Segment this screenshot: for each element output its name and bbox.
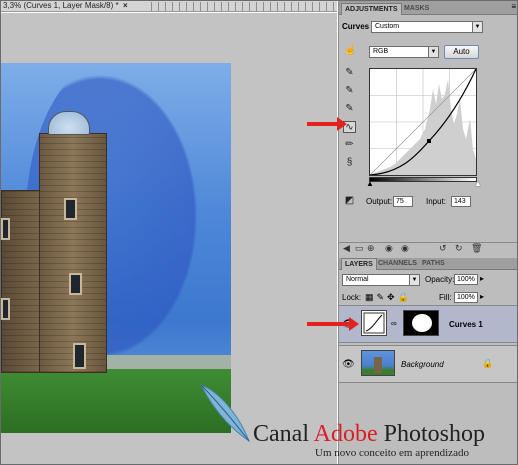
channel-select[interactable]: RGB ▼ bbox=[369, 46, 439, 58]
right-panel: ADJUSTMENTS MASKS ≡ Curves Custom ▼ ☝ RG… bbox=[338, 1, 517, 464]
curves-thumb-icon bbox=[363, 312, 385, 334]
horizontal-ruler bbox=[151, 2, 337, 11]
clip-icon[interactable]: ⊕ bbox=[367, 243, 375, 254]
window bbox=[64, 198, 77, 220]
input-gradient bbox=[369, 177, 477, 182]
brand-adobe: Adobe bbox=[313, 421, 378, 447]
output-label: Output: bbox=[366, 197, 393, 206]
annotation-arrow-curves-layer bbox=[307, 317, 359, 331]
channel-value: RGB bbox=[373, 48, 389, 55]
link-icon[interactable]: ∞ bbox=[391, 319, 397, 328]
layers-tabs: LAYERS CHANNELS PATHS bbox=[339, 258, 517, 270]
curve-point bbox=[427, 139, 431, 143]
curves-adjustment-thumbnail[interactable] bbox=[361, 310, 387, 336]
annotation-arrow-curve-tool bbox=[307, 117, 347, 131]
lock-icons[interactable]: ▦✎✥🔒 bbox=[365, 292, 412, 303]
fill-field[interactable]: 100% bbox=[454, 292, 478, 303]
tab-layers[interactable]: LAYERS bbox=[341, 258, 377, 270]
window bbox=[69, 273, 82, 295]
reset-icon[interactable]: ↺ bbox=[439, 243, 447, 254]
window bbox=[1, 298, 10, 320]
chevron-down-icon: ▼ bbox=[409, 275, 419, 285]
visibility-icon[interactable]: ◉ bbox=[385, 243, 393, 254]
castle-photo bbox=[1, 55, 231, 433]
back-arrow-icon[interactable]: ◀ bbox=[343, 243, 350, 254]
tower-dome bbox=[48, 111, 90, 135]
chevron-down-icon: ▼ bbox=[428, 47, 438, 57]
white-eyedropper-icon[interactable]: ✎ bbox=[343, 103, 356, 115]
brand-photoshop: Photoshop bbox=[377, 421, 485, 447]
output-field[interactable]: 75 bbox=[393, 196, 413, 207]
brand-title: Canal Adobe Photoshop bbox=[253, 421, 485, 447]
brand-watermark: Canal Adobe Photoshop Um novo conceito e… bbox=[253, 421, 485, 459]
white-slider-icon[interactable]: ▲ bbox=[474, 179, 482, 188]
window bbox=[73, 343, 86, 369]
opacity-field[interactable]: 100% bbox=[454, 274, 478, 285]
mask-ellipse bbox=[412, 314, 432, 332]
preset-select[interactable]: Custom ▼ bbox=[371, 21, 483, 33]
background-thumbnail[interactable] bbox=[361, 350, 395, 376]
brand-tagline: Um novo conceito em aprendizado bbox=[315, 447, 469, 459]
preview-icon[interactable]: ◉ bbox=[401, 243, 409, 254]
brand-canal: Canal bbox=[253, 421, 314, 447]
thumb-tower bbox=[374, 357, 382, 373]
layer-row-background[interactable]: 👁 Background 🔒 bbox=[339, 345, 517, 383]
trash-icon[interactable]: 🗑 bbox=[471, 243, 482, 254]
adjustments-footer: ◀ ▭ ⊕ ◉ ◉ ↺ ↻ 🗑 bbox=[339, 242, 517, 256]
black-eyedropper-icon[interactable]: ✎ bbox=[343, 67, 356, 79]
input-field[interactable]: 143 bbox=[451, 196, 471, 207]
fill-label: Fill: bbox=[439, 293, 452, 302]
curves-label: Curves bbox=[342, 22, 370, 31]
pencil-icon[interactable]: ✏ bbox=[343, 139, 356, 151]
opacity-arrow-icon[interactable]: ▸ bbox=[480, 274, 484, 283]
tower-main bbox=[39, 133, 107, 373]
chevron-down-icon: ▼ bbox=[472, 22, 482, 32]
gray-eyedropper-icon[interactable]: ✎ bbox=[343, 85, 356, 97]
fill-arrow-icon[interactable]: ▸ bbox=[480, 292, 484, 301]
window bbox=[1, 218, 10, 240]
opacity-label: Opacity: bbox=[425, 275, 455, 284]
curves-svg bbox=[369, 68, 477, 176]
auto-button[interactable]: Auto bbox=[444, 45, 479, 59]
tab-masks[interactable]: MASKS bbox=[401, 3, 432, 15]
smooth-icon[interactable]: § bbox=[343, 157, 356, 169]
input-label: Input: bbox=[426, 197, 447, 206]
lock-icon: 🔒 bbox=[482, 358, 494, 368]
layer-name[interactable]: Background bbox=[401, 360, 444, 369]
clipping-icon[interactable]: ◩ bbox=[343, 195, 356, 207]
canvas-area[interactable] bbox=[1, 13, 337, 464]
tower bbox=[1, 108, 107, 373]
expand-icon[interactable]: ▭ bbox=[355, 243, 364, 254]
curves-graph[interactable] bbox=[369, 68, 477, 176]
tab-adjustments[interactable]: ADJUSTMENTS bbox=[341, 3, 402, 15]
blend-mode-value: Normal bbox=[346, 276, 369, 283]
black-slider-icon[interactable]: ▲ bbox=[366, 179, 374, 188]
tab-paths[interactable]: PATHS bbox=[419, 258, 448, 270]
undo-icon[interactable]: ↻ bbox=[455, 243, 463, 254]
close-icon[interactable]: × bbox=[123, 1, 128, 11]
adjustments-tabs: ADJUSTMENTS MASKS ≡ bbox=[339, 1, 517, 15]
layer-mask-thumbnail[interactable] bbox=[403, 310, 439, 336]
lock-label: Lock: bbox=[342, 293, 362, 302]
preset-value: Custom bbox=[375, 23, 400, 30]
screenshot-frame: 3,3% (Curves 1, Layer Mask/8) * × ADJUST… bbox=[0, 0, 518, 465]
eye-icon[interactable]: 👁 bbox=[342, 359, 355, 370]
panel-menu-icon[interactable]: ≡ bbox=[511, 2, 516, 11]
feather-logo bbox=[199, 384, 251, 443]
tab-channels[interactable]: CHANNELS bbox=[375, 258, 420, 270]
layer-row-curves[interactable]: 👁 ∞ Curves 1 bbox=[339, 305, 517, 343]
document-title: 3,3% (Curves 1, Layer Mask/8) * bbox=[3, 1, 119, 10]
document-tab[interactable]: 3,3% (Curves 1, Layer Mask/8) * × bbox=[1, 1, 337, 12]
layer-name[interactable]: Curves 1 bbox=[449, 320, 483, 329]
blend-mode-select[interactable]: Normal ▼ bbox=[342, 274, 420, 286]
hand-tool-icon[interactable]: ☝ bbox=[344, 45, 357, 57]
